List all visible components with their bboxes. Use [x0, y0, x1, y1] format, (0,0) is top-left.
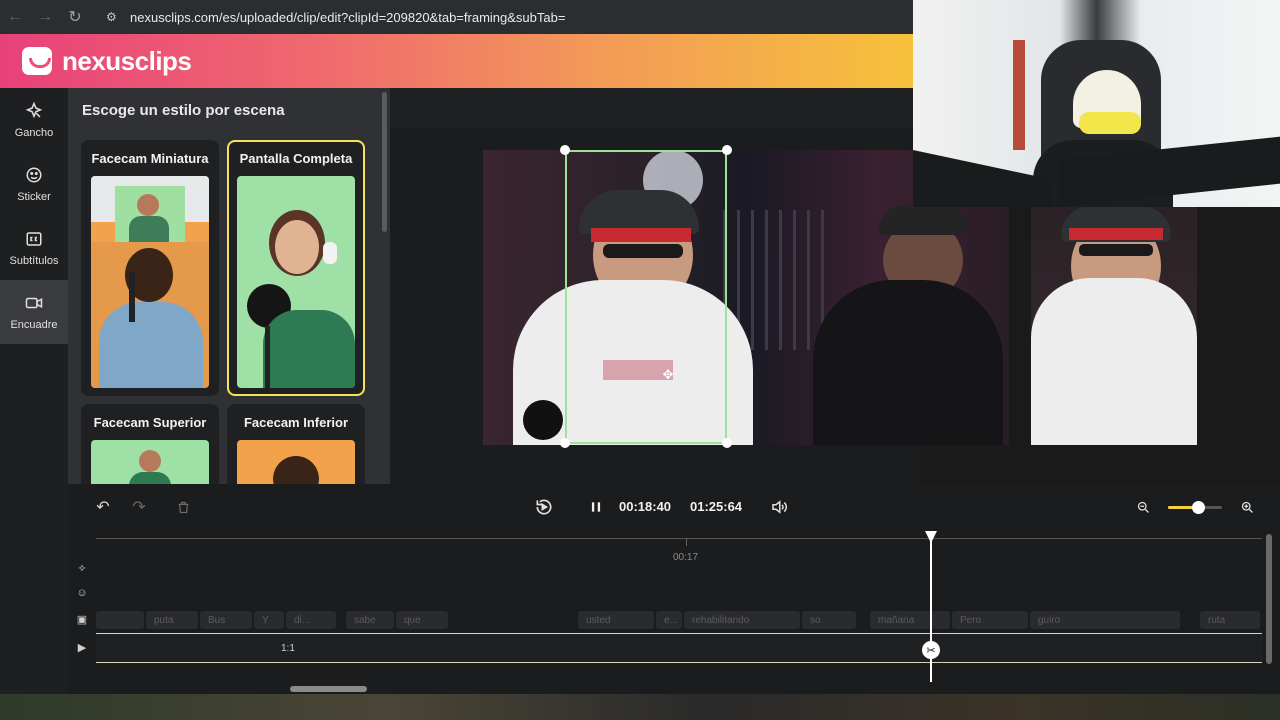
rail-label: Subtítulos [9, 255, 59, 267]
brand-name: nexusclips [62, 45, 192, 76]
panel-scrollbar[interactable] [382, 92, 387, 232]
app-root: ← → ↻ ⚙ nexusclips.com/es/uploaded/clip/… [0, 0, 1280, 720]
caption-word[interactable]: mañana [870, 611, 950, 629]
rail-item-encuadre[interactable]: Encuadre [0, 280, 68, 344]
volume-icon[interactable] [768, 496, 790, 518]
crop-frame[interactable] [565, 150, 727, 444]
rail-item-gancho[interactable]: Gancho [0, 88, 68, 152]
card-label: Facecam Miniatura [91, 150, 209, 166]
redo-icon[interactable]: ↷ [128, 496, 150, 518]
caption-word[interactable]: usted [578, 611, 654, 629]
style-panel: Escoge un estilo por escena Facecam Mini… [68, 88, 390, 484]
caption-word[interactable]: e... [656, 611, 682, 629]
caption-word[interactable]: que [396, 611, 448, 629]
left-rail: Gancho Sticker Subtítulos Encuadre [0, 88, 68, 694]
rail-item-sticker[interactable]: Sticker [0, 152, 68, 216]
style-card-facecam-inferior[interactable]: Facecam Inferior [227, 404, 365, 484]
caption-word[interactable]: rehabilitando [684, 611, 800, 629]
crop-handle-top-right[interactable] [722, 145, 732, 155]
rail-item-subtitulos[interactable]: Subtítulos [0, 216, 68, 280]
card-label: Facecam Inferior [243, 414, 349, 430]
logo-icon [22, 47, 52, 75]
hook-sparkle-icon [24, 101, 44, 121]
caption-word[interactable]: di... [286, 611, 336, 629]
preview-toolbar-strip [390, 88, 920, 128]
browser-toolbar: ← → ↻ ⚙ nexusclips.com/es/uploaded/clip/… [0, 0, 920, 34]
rail-label: Encuadre [10, 319, 58, 331]
ruler-tick-label: 00:17 [673, 552, 699, 563]
caption-word[interactable]: guiro [1030, 611, 1180, 629]
trash-icon[interactable] [172, 496, 194, 518]
site-settings-icon[interactable]: ⚙ [106, 10, 124, 24]
caption-word[interactable]: puta [146, 611, 198, 629]
crop-handle-bottom-left[interactable] [560, 438, 570, 448]
video-camera-icon [24, 293, 44, 313]
background-strip [0, 694, 1280, 720]
caption-word[interactable] [96, 611, 144, 629]
scissors-icon[interactable]: ✂ [922, 641, 940, 659]
reload-icon[interactable]: ↻ [60, 2, 90, 32]
app-header: nexusclips [0, 34, 920, 88]
webcam-overlay [913, 0, 1280, 207]
zoom-in-icon[interactable] [1236, 496, 1258, 518]
timeline-vertical-scrollbar[interactable] [1266, 534, 1272, 664]
video-track-icon: ▶ [77, 641, 87, 654]
total-time: 01:25:64 [690, 499, 743, 514]
url-text: nexusclips.com/es/uploaded/clip/edit?cli… [130, 9, 566, 25]
zoom-slider[interactable] [1168, 501, 1222, 514]
undo-icon[interactable]: ↶ [92, 496, 114, 518]
zoom-slider-knob[interactable] [1192, 501, 1205, 514]
hook-track-icon: ✧ [77, 562, 87, 575]
style-thumbnail [91, 440, 209, 484]
clip-aspect-label: 1:1 [281, 643, 295, 654]
style-thumbnail [237, 176, 355, 388]
timeline-horizontal-scrollbar[interactable] [290, 686, 367, 692]
panel-title: Escoge un estilo por escena [82, 102, 285, 119]
current-time: 00:18:40 [619, 499, 672, 514]
caption-word[interactable]: sabe [346, 611, 394, 629]
caption-word[interactable]: Y [254, 611, 284, 629]
caption-word[interactable]: ruta [1200, 611, 1260, 629]
sticker-icon [24, 165, 44, 185]
style-card-facecam-miniatura[interactable]: Facecam Miniatura [81, 140, 219, 396]
captions-track-icon: ▣ [76, 613, 88, 626]
forward-arrow-icon[interactable]: → [30, 2, 60, 32]
move-cursor-icon: ✥ [662, 367, 674, 382]
crop-handle-top-left[interactable] [560, 145, 570, 155]
rail-label: Gancho [14, 127, 54, 139]
card-label: Pantalla Completa [239, 150, 353, 166]
ruler-tick [686, 538, 687, 546]
style-card-pantalla-completa[interactable]: Pantalla Completa [227, 140, 365, 396]
replay-icon[interactable] [533, 496, 555, 518]
zoom-out-icon[interactable] [1132, 496, 1154, 518]
card-label: Facecam Superior [93, 414, 207, 430]
output-preview [1031, 206, 1197, 445]
caption-word[interactable]: so [802, 611, 856, 629]
caption-word[interactable]: Bus [200, 611, 252, 629]
video-clip-track[interactable] [96, 633, 1262, 663]
style-thumbnail [237, 440, 355, 484]
back-arrow-icon[interactable]: ← [0, 2, 30, 32]
rail-label: Sticker [17, 191, 51, 203]
style-card-facecam-superior[interactable]: Facecam Superior [81, 404, 219, 484]
caption-word[interactable]: Pero [952, 611, 1028, 629]
sticker-track-icon: ☺ [76, 587, 88, 599]
captions-icon [24, 229, 44, 249]
playhead[interactable] [930, 540, 932, 682]
address-bar[interactable]: ⚙ nexusclips.com/es/uploaded/clip/edit?c… [96, 4, 575, 30]
style-thumbnail [91, 176, 209, 388]
crop-handle-bottom-right[interactable] [722, 438, 732, 448]
pause-icon[interactable] [585, 496, 607, 518]
timeline-ruler [96, 538, 1262, 539]
transport-bar [68, 484, 1280, 530]
